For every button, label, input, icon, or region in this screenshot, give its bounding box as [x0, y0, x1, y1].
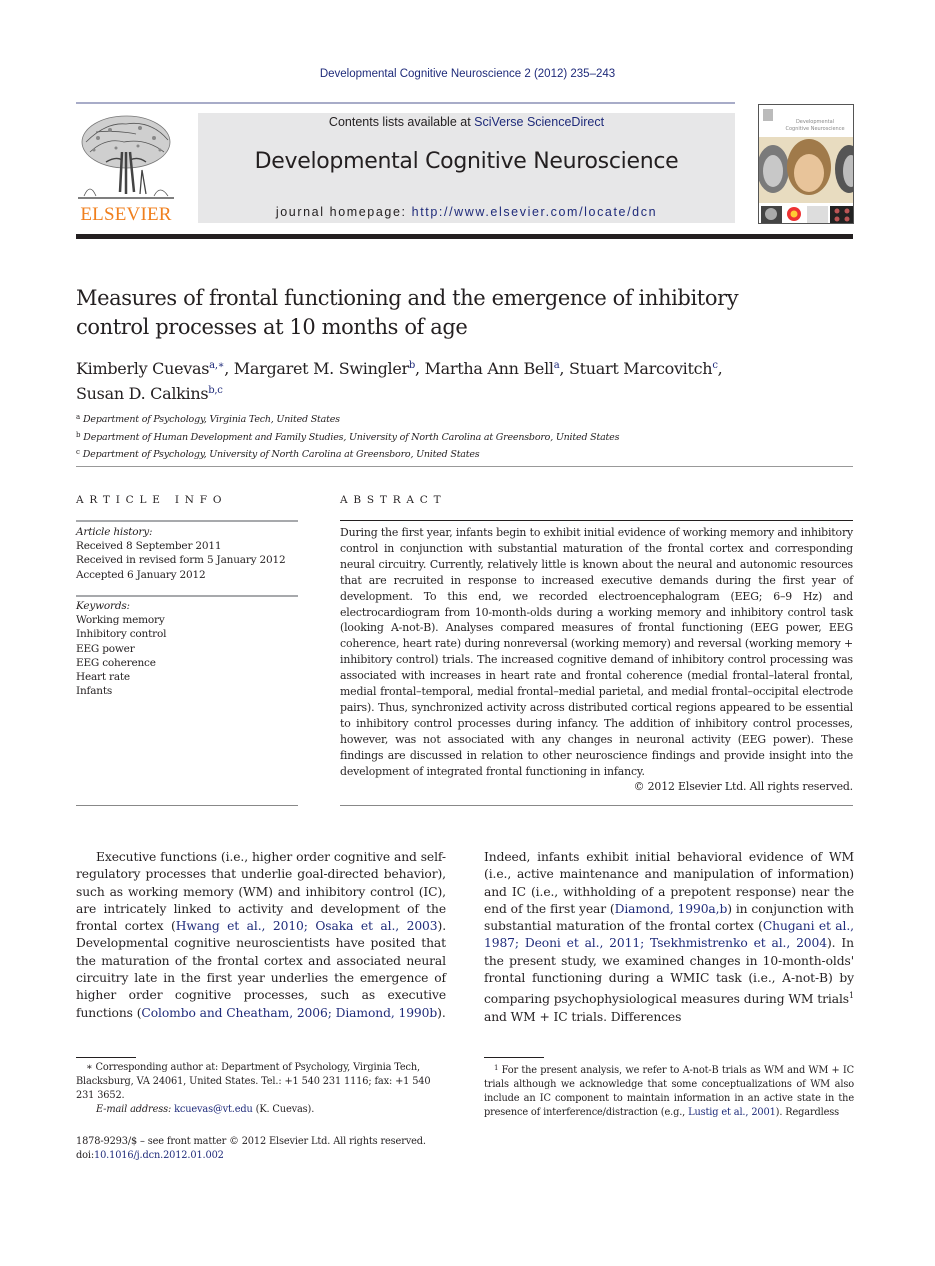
doi-link[interactable]: 10.1016/j.dcn.2012.01.002: [94, 1150, 224, 1161]
history-item: Received in revised form 5 January 2012: [76, 554, 286, 567]
contents-prefix: Contents lists available at: [328, 115, 475, 129]
body-text: ). Developmental cognitive neuroscientis…: [76, 919, 447, 1020]
keywords: Keywords: Working memory Inhibitory cont…: [76, 599, 298, 698]
homepage-line: journal homepage: http://www.elsevier.co…: [198, 205, 735, 219]
keyword-item: Working memory: [76, 614, 165, 627]
article-history-label: Article history:: [76, 526, 153, 538]
svg-text:Developmental: Developmental: [796, 119, 834, 125]
article-info-rule: [76, 520, 298, 522]
keywords-rule: [76, 595, 298, 597]
email-link[interactable]: kcuevas@vt.edu: [174, 1104, 253, 1115]
article-info-heading: ARTICLE INFO: [76, 494, 228, 506]
article-title: Measures of frontal functioning and the …: [76, 284, 856, 342]
body-text: and WM + IC trials. Differences: [484, 1009, 682, 1024]
history-item: Received 8 September 2011: [76, 540, 222, 553]
article-history: Article history: Received 8 September 20…: [76, 525, 298, 582]
affiliation-list: a Department of Psychology, Virginia Tech…: [76, 410, 856, 463]
keyword-item: EEG power: [76, 642, 135, 655]
affiliation-text: Department of Psychology, Virginia Tech,…: [82, 414, 340, 425]
journal-title: Developmental Cognitive Neuroscience: [254, 149, 679, 174]
contents-line: Contents lists available at SciVerse Sci…: [198, 115, 735, 129]
homepage-prefix: journal homepage:: [275, 205, 412, 219]
elsevier-logo[interactable]: ELSEVIER: [76, 112, 176, 225]
affiliation-item: b Department of Human Development and Fam…: [76, 428, 856, 446]
citation-link[interactable]: Hwang et al., 2010; Osaka et al., 2003: [176, 919, 438, 933]
email-suffix: (K. Cuevas).: [252, 1104, 315, 1115]
author-name[interactable]: Susan D. Calkins: [76, 384, 209, 403]
affiliation-item: a Department of Psychology, Virginia Tech…: [76, 410, 856, 428]
front-matter-note: 1878-9293/$ – see front matter © 2012 El…: [76, 1135, 456, 1163]
author-affiliation-mark[interactable]: a,∗: [209, 360, 224, 371]
affiliation-item: c Department of Psychology, University of…: [76, 445, 856, 463]
abstract-heading: ABSTRACT: [340, 494, 447, 506]
author-affiliation-mark[interactable]: b,c: [208, 385, 223, 396]
keyword-item: Inhibitory control: [76, 628, 167, 641]
author-separator: ,: [559, 359, 569, 378]
footnote-1: 1 For the present analysis, we refer to …: [484, 1061, 854, 1120]
masthead-banner: Contents lists available at SciVerse Sci…: [198, 113, 735, 223]
footnote-rule-left: [76, 1057, 136, 1058]
history-item: Accepted 6 January 2012: [76, 568, 206, 581]
doi-prefix: doi:: [76, 1150, 95, 1161]
body-column-left: Executive functions (i.e., higher order …: [76, 849, 446, 1022]
author-list: Kimberly Cuevasa,∗, Margaret M. Swingler…: [76, 355, 856, 405]
email-label: E-mail address:: [96, 1104, 175, 1115]
journal-homepage-link[interactable]: http://www.elsevier.com/locate/dcn: [412, 205, 657, 219]
corresponding-author-text: ∗ Corresponding author at: Department of…: [76, 1062, 431, 1101]
front-matter-text: 1878-9293/$ – see front matter © 2012 El…: [76, 1136, 426, 1147]
doi-line: doi:10.1016/j.dcn.2012.01.002: [76, 1149, 456, 1163]
author-separator: ,: [717, 359, 723, 378]
footnote-ref-link[interactable]: 1: [849, 991, 854, 1000]
abstract-bottom-rule: [340, 805, 853, 806]
body-column-right: Indeed, infants exhibit initial behavior…: [484, 849, 854, 1026]
title-line-1: Measures of frontal functioning and the …: [76, 286, 739, 310]
keywords-label: Keywords:: [76, 600, 130, 612]
email-line: E-mail address: kcuevas@vt.edu (K. Cueva…: [76, 1103, 446, 1117]
author-name[interactable]: Martha Ann Bell: [425, 359, 554, 378]
header-divider: [76, 466, 853, 467]
affiliation-text: Department of Psychology, University of …: [82, 449, 480, 460]
author-name[interactable]: Kimberly Cuevas: [76, 359, 209, 378]
abstract-copyright: © 2012 Elsevier Ltd. All rights reserved…: [633, 780, 854, 793]
running-head[interactable]: Developmental Cognitive Neuroscience 2 (…: [0, 68, 935, 80]
citation-link[interactable]: Lustig et al., 2001: [688, 1107, 776, 1118]
affiliation-key: a: [76, 413, 80, 421]
keyword-item: Heart rate: [76, 671, 130, 684]
footnote-rule-right: [484, 1057, 544, 1058]
author-separator: ,: [224, 359, 234, 378]
keyword-item: EEG coherence: [76, 656, 156, 669]
top-rule: [76, 102, 735, 104]
article-info-bottom-rule: [76, 805, 298, 806]
sciencedirect-link[interactable]: SciVerse ScienceDirect: [474, 115, 604, 129]
author-name[interactable]: Margaret M. Swingler: [234, 359, 409, 378]
citation-link[interactable]: Colombo and Cheatham, 2006; Diamond, 199…: [141, 1006, 437, 1020]
masthead-divider: [76, 234, 853, 239]
abstract-rule: [340, 520, 853, 521]
citation-link[interactable]: Diamond, 1990a,b: [615, 902, 728, 916]
journal-cover-thumbnail[interactable]: Developmental Cognitive Neuroscience: [758, 104, 854, 224]
footnote-text: ). Regardless: [775, 1107, 839, 1118]
affiliation-key: c: [76, 448, 80, 456]
title-line-2: control processes at 10 months of age: [76, 315, 468, 339]
body-text: ).: [437, 1005, 446, 1020]
journal-citation-link[interactable]: Developmental Cognitive Neuroscience 2 (…: [320, 68, 615, 80]
keyword-item: Infants: [76, 685, 113, 698]
author-separator: ,: [415, 359, 425, 378]
corresponding-author-note: ∗ Corresponding author at: Department of…: [76, 1061, 446, 1117]
tree-icon: [78, 115, 174, 199]
svg-text:Cognitive Neuroscience: Cognitive Neuroscience: [785, 126, 844, 132]
cover-image-icon: Developmental Cognitive Neuroscience: [759, 105, 853, 223]
affiliation-key: b: [76, 430, 81, 439]
author-name[interactable]: Stuart Marcovitch: [569, 359, 713, 378]
affiliation-text: Department of Human Development and Fami…: [83, 431, 620, 443]
elsevier-wordmark: ELSEVIER: [80, 204, 172, 225]
abstract-text: During the first year, infants begin to …: [340, 526, 853, 778]
